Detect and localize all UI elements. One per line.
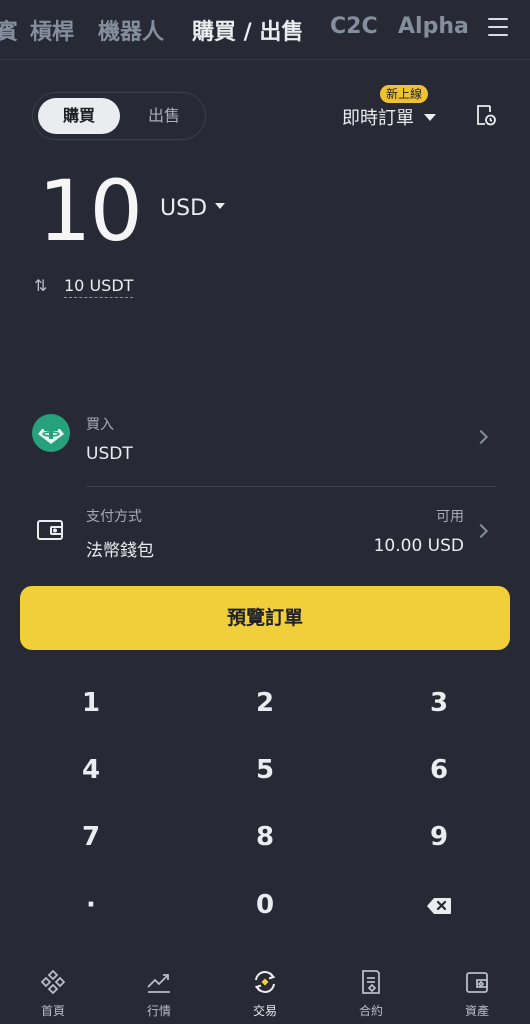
key-decimal[interactable]: ·	[36, 877, 146, 933]
key-3[interactable]: 3	[384, 675, 494, 731]
bottom-nav-markets[interactable]: 行情	[124, 956, 194, 1019]
bottom-nav-trade[interactable]: 交易	[230, 956, 300, 1019]
bottom-nav: 首頁 行情 交易 合約 資產	[0, 956, 530, 1024]
bottom-nav-futures[interactable]: 合約	[336, 956, 406, 1019]
wallet-icon	[37, 520, 63, 540]
bottom-nav-home[interactable]: 首頁	[18, 956, 88, 1019]
key-5[interactable]: 5	[210, 742, 320, 798]
order-type-dropdown[interactable]: 即時訂單	[342, 104, 436, 130]
sell-toggle-option[interactable]: 出售	[125, 98, 203, 134]
order-history-icon[interactable]	[473, 103, 497, 127]
key-2[interactable]: 2	[210, 675, 320, 731]
currency-selector[interactable]: USD	[160, 196, 226, 221]
bottom-nav-assets[interactable]: 資產	[442, 956, 512, 1019]
key-8[interactable]: 8	[210, 809, 320, 865]
trade-icon	[254, 971, 276, 993]
divider	[86, 486, 496, 487]
buy-toggle-option[interactable]: 購買	[38, 98, 120, 134]
tab-alpha[interactable]: Alpha	[398, 14, 469, 39]
bottom-nav-label: 行情	[146, 1004, 171, 1018]
amount-display: 10	[38, 162, 143, 260]
key-7[interactable]: 7	[36, 809, 146, 865]
tab-margin[interactable]: 槓桿	[30, 14, 74, 46]
backspace-button[interactable]	[384, 877, 494, 933]
buy-asset-name: USDT	[86, 444, 133, 464]
key-9[interactable]: 9	[384, 809, 494, 865]
tether-icon	[32, 414, 70, 452]
bottom-nav-label: 首頁	[40, 1004, 65, 1018]
top-nav: 賓 槓桿 機器人 購買 / 出售 C2C Alpha	[0, 0, 530, 60]
chevron-right-icon	[473, 429, 489, 445]
tab-buy-sell[interactable]: 購買 / 出售	[192, 14, 303, 46]
tab-bots[interactable]: 機器人	[98, 14, 164, 46]
buy-label: 買入	[86, 417, 114, 433]
bottom-nav-label: 交易	[252, 1004, 277, 1018]
preview-order-button[interactable]: 預覽訂單	[20, 586, 510, 650]
caret-down-icon	[215, 203, 226, 209]
swap-icon: ⇅	[34, 276, 48, 295]
hamburger-icon[interactable]	[488, 18, 508, 38]
caret-down-icon	[424, 113, 436, 121]
tab-c2c[interactable]: C2C	[330, 14, 378, 39]
available-value: 10.00 USD	[373, 536, 464, 556]
assets-icon	[466, 972, 488, 993]
chevron-right-icon	[473, 523, 489, 539]
home-icon	[40, 969, 66, 995]
tab-earn[interactable]: 賓	[0, 14, 18, 46]
available-label: 可用	[436, 509, 464, 525]
buy-asset-row[interactable]: 買入 USDT	[20, 408, 510, 466]
key-4[interactable]: 4	[36, 742, 146, 798]
bottom-nav-label: 資產	[464, 1004, 489, 1018]
bottom-nav-label: 合約	[358, 1004, 383, 1018]
converted-amount[interactable]: ⇅ 10 USDT	[34, 276, 134, 298]
key-6[interactable]: 6	[384, 742, 494, 798]
backspace-icon	[427, 897, 451, 914]
key-0[interactable]: 0	[210, 877, 320, 933]
futures-icon	[362, 970, 380, 994]
new-badge: 新上線	[380, 85, 429, 103]
key-1[interactable]: 1	[36, 675, 146, 731]
payment-label: 支付方式	[86, 509, 142, 525]
buy-sell-toggle: 購買 出售	[32, 92, 206, 140]
converted-value: 10 USDT	[64, 276, 134, 298]
order-type-label: 即時訂單	[342, 108, 414, 129]
currency-label: USD	[160, 196, 208, 221]
payment-method-row[interactable]: 支付方式 法幣錢包 可用 10.00 USD	[20, 500, 510, 561]
payment-method: 法幣錢包	[86, 541, 154, 561]
markets-icon	[147, 974, 170, 993]
